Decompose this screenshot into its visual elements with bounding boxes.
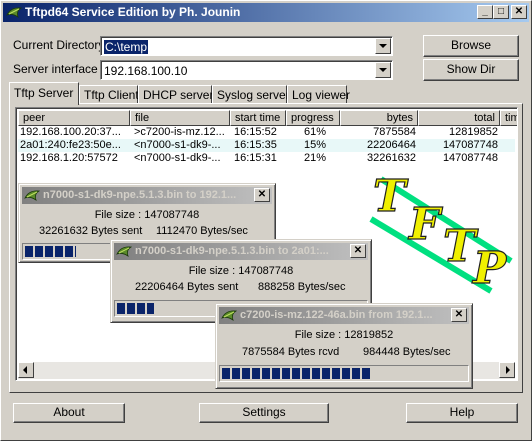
maximize-button[interactable]: □ xyxy=(493,5,509,19)
help-button[interactable]: Help xyxy=(406,403,518,423)
column-header-bytes[interactable]: bytes xyxy=(340,110,418,126)
close-button[interactable]: ✕ xyxy=(511,5,527,19)
file-cell: <n7000-s1-dk9-... xyxy=(134,139,221,151)
dialog-title: c7200-is-mz.122-46a.bin from 192.1... xyxy=(240,309,433,321)
tftpd-app-icon xyxy=(116,246,132,257)
transfer-rate-text: 888258 Bytes/sec xyxy=(258,281,346,293)
peer-cell: 192.168.1.20:57572 xyxy=(20,152,118,164)
close-icon[interactable]: ✕ xyxy=(451,308,467,322)
dialog-title-bar[interactable]: n7000-s1-dk9-npe.5.1.3.bin to 192.1... ✕ xyxy=(22,187,272,204)
file-cell: >c7200-is-mz.12... xyxy=(134,126,225,138)
chevron-down-icon[interactable] xyxy=(375,62,391,78)
current-directory-combo[interactable]: C:\temp xyxy=(100,36,393,56)
tab-tftp-server[interactable]: Tftp Server xyxy=(9,82,79,105)
transfer-rate-text: 984448 Bytes/sec xyxy=(363,346,451,358)
tab-log-viewer[interactable]: Log viewer xyxy=(287,85,350,104)
settings-button[interactable]: Settings xyxy=(199,403,329,423)
server-interface-label: Server interface xyxy=(13,62,98,76)
progress-fill xyxy=(222,368,371,379)
progress-cell: 21% xyxy=(304,152,327,164)
column-header-time[interactable]: tim xyxy=(500,110,517,126)
tab-syslog-server[interactable]: Syslog server xyxy=(212,85,290,104)
progress-fill xyxy=(25,246,76,257)
transfer-progress-bar xyxy=(219,365,469,382)
total-cell: 147087748 xyxy=(442,139,498,151)
current-directory-label: Current Directory xyxy=(13,38,105,52)
peer-cell: 2a01:240:fe23:50e... xyxy=(20,139,121,151)
tftpd-app-icon xyxy=(221,310,237,321)
show-dir-button[interactable]: Show Dir xyxy=(423,59,519,81)
table-row[interactable]: 192.168.100.20:37... >c7200-is-mz.12... … xyxy=(18,126,515,139)
bytes-cell: 7875584 xyxy=(373,126,416,138)
start-time-cell: 16:15:35 xyxy=(234,139,277,151)
progress-fill xyxy=(117,303,154,314)
scroll-right-icon[interactable] xyxy=(499,362,515,378)
server-interface-combo[interactable]: 192.168.100.10 xyxy=(100,60,393,80)
about-button[interactable]: About xyxy=(13,403,125,423)
main-window: Tftpd64 Service Edition by Ph. Jounin _ … xyxy=(0,0,532,441)
dialog-title: n7000-s1-dk9-npe.5.1.3.bin to 192.1... xyxy=(43,189,237,201)
column-header-start-time[interactable]: start time xyxy=(230,110,286,126)
peer-cell: 192.168.100.20:37... xyxy=(20,126,121,138)
transfer-dialog-3[interactable]: c7200-is-mz.122-46a.bin from 192.1... ✕ … xyxy=(215,303,473,389)
tftpd-app-icon xyxy=(6,7,22,18)
bytes-cell: 22206464 xyxy=(367,139,416,151)
progress-cell: 61% xyxy=(304,126,327,138)
dialog-title-bar[interactable]: c7200-is-mz.122-46a.bin from 192.1... ✕ xyxy=(219,307,469,324)
logo-letter-p: P xyxy=(471,243,508,294)
table-row[interactable]: 2a01:240:fe23:50e... <n7000-s1-dk9-... 1… xyxy=(18,139,515,152)
tab-dhcp-server[interactable]: DHCP server xyxy=(138,85,213,104)
file-cell: <n7000-s1-dk9-... xyxy=(134,152,221,164)
title-bar[interactable]: Tftpd64 Service Edition by Ph. Jounin _ … xyxy=(3,3,529,22)
start-time-cell: 16:15:52 xyxy=(234,126,277,138)
start-time-cell: 16:15:31 xyxy=(234,152,277,164)
logo-letter-t1: T xyxy=(373,171,409,222)
tftp-logo: T F T P xyxy=(369,170,513,295)
dialog-title-bar[interactable]: n7000-s1-dk9-npe.5.1.3.bin to 2a01:... ✕ xyxy=(114,243,368,260)
browse-button[interactable]: Browse xyxy=(423,35,519,57)
column-header-file[interactable]: file xyxy=(130,110,230,126)
chevron-down-icon[interactable] xyxy=(375,38,391,54)
tab-tftp-client[interactable]: Tftp Client xyxy=(79,85,139,104)
tftpd-app-icon xyxy=(24,190,40,201)
bytes-transferred-text: 32261632 Bytes sent xyxy=(39,225,143,237)
column-header-peer[interactable]: peer xyxy=(18,110,130,126)
current-directory-value[interactable]: C:\temp xyxy=(104,40,149,54)
file-size-text: File size : 12819852 xyxy=(294,329,394,341)
scroll-left-icon[interactable] xyxy=(18,362,34,378)
dialog-title: n7000-s1-dk9-npe.5.1.3.bin to 2a01:... xyxy=(135,245,329,257)
close-icon[interactable]: ✕ xyxy=(350,244,366,258)
bytes-transferred-text: 7875584 Bytes rcvd xyxy=(242,346,340,358)
server-interface-value[interactable]: 192.168.100.10 xyxy=(104,64,187,78)
file-size-text: File size : 147087748 xyxy=(188,265,294,277)
close-icon[interactable]: ✕ xyxy=(254,188,270,202)
minimize-button[interactable]: _ xyxy=(477,5,493,19)
column-header-progress[interactable]: progress xyxy=(286,110,340,126)
progress-cell: 15% xyxy=(304,139,327,151)
column-header-total[interactable]: total xyxy=(418,110,500,126)
total-cell: 12819852 xyxy=(449,126,498,138)
window-title: Tftpd64 Service Edition by Ph. Jounin xyxy=(25,5,241,19)
bytes-transferred-text: 22206464 Bytes sent xyxy=(135,281,239,293)
logo-letter-f: F xyxy=(407,199,443,250)
transfer-rate-text: 1112470 Bytes/sec xyxy=(156,225,248,237)
file-size-text: File size : 147087748 xyxy=(94,209,200,221)
